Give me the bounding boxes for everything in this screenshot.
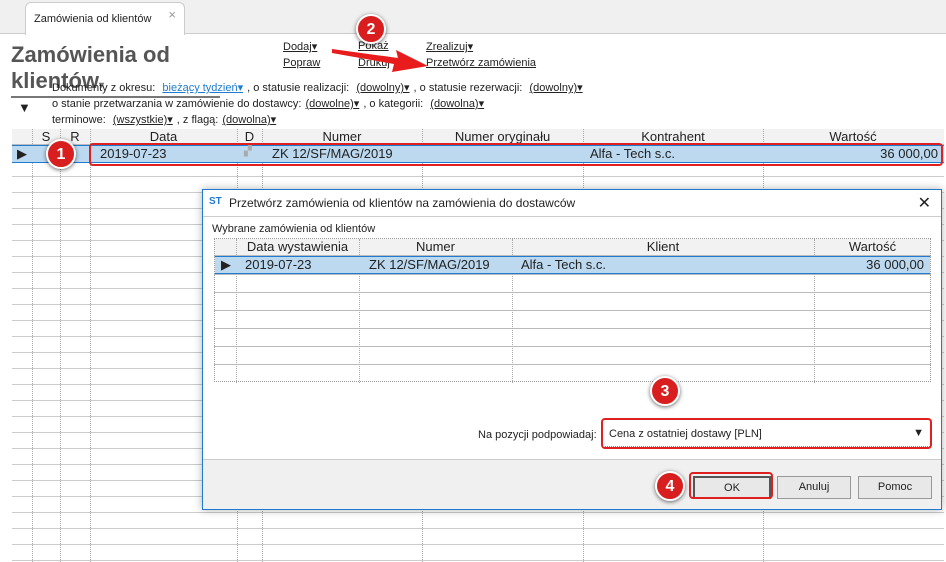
hint-label: Na pozycji podpowiadaj:: [478, 429, 597, 441]
process-orders-button[interactable]: Przetwórz zamówienia: [426, 57, 536, 69]
annotation-highlight: [89, 143, 943, 166]
annotation-arrow-icon: [332, 49, 428, 72]
selected-orders-grid: Data wystawienia Numer Klient Wartość ▶ …: [214, 238, 931, 383]
process-orders-dialog: ST Przetwórz zamówienia od klientów na z…: [202, 189, 942, 510]
realization-filter[interactable]: (dowolny)▾: [356, 82, 409, 94]
filter-bar: Dokumenty z okresu: bieżący tydzień▾, o …: [52, 82, 583, 126]
collapse-filters-icon[interactable]: ▼: [18, 100, 31, 115]
table-row[interactable]: ▶ 2019-07-23 ZK 12/SF/MAG/2019 Alfa - Te…: [215, 256, 930, 274]
flag-filter[interactable]: (dowolna)▾: [222, 114, 276, 126]
annotation-badge: 2: [356, 14, 386, 44]
section-label: Wybrane zamówienia od klientów: [212, 223, 376, 235]
tab-label: Zamówienia od klientów: [34, 13, 152, 25]
deadline-filter[interactable]: (wszystkie)▾: [113, 114, 173, 126]
tab-bar: Zamówienia od klientów ×: [0, 0, 946, 35]
annotation-badge: 4: [655, 471, 685, 501]
annotation-highlight: [601, 418, 932, 449]
add-button[interactable]: Dodaj▾: [283, 40, 317, 53]
dialog-titlebar: ST Przetwórz zamówienia od klientów na z…: [203, 190, 941, 216]
help-button[interactable]: Pomoc: [858, 476, 932, 499]
period-filter[interactable]: bieżący tydzień▾: [162, 82, 243, 94]
annotation-highlight: [689, 472, 773, 499]
processing-filter[interactable]: (dowolne)▾: [305, 98, 359, 110]
annotation-badge: 1: [46, 139, 76, 169]
annotation-badge: 3: [650, 376, 680, 406]
category-filter[interactable]: (dowolna)▾: [430, 98, 484, 110]
row-pointer-icon: ▶: [221, 257, 231, 272]
cancel-button[interactable]: Anuluj: [777, 476, 851, 499]
edit-button[interactable]: Popraw: [283, 57, 320, 69]
app-logo-icon: ST: [209, 196, 222, 207]
realize-button[interactable]: Zrealizuj▾: [426, 40, 473, 53]
tab-zamowienia[interactable]: Zamówienia od klientów ×: [25, 2, 185, 35]
reservation-filter[interactable]: (dowolny)▾: [529, 82, 582, 94]
row-pointer-icon: ▶: [17, 146, 27, 161]
close-tab-icon[interactable]: ×: [168, 7, 176, 22]
close-icon[interactable]: ✕: [918, 193, 931, 213]
